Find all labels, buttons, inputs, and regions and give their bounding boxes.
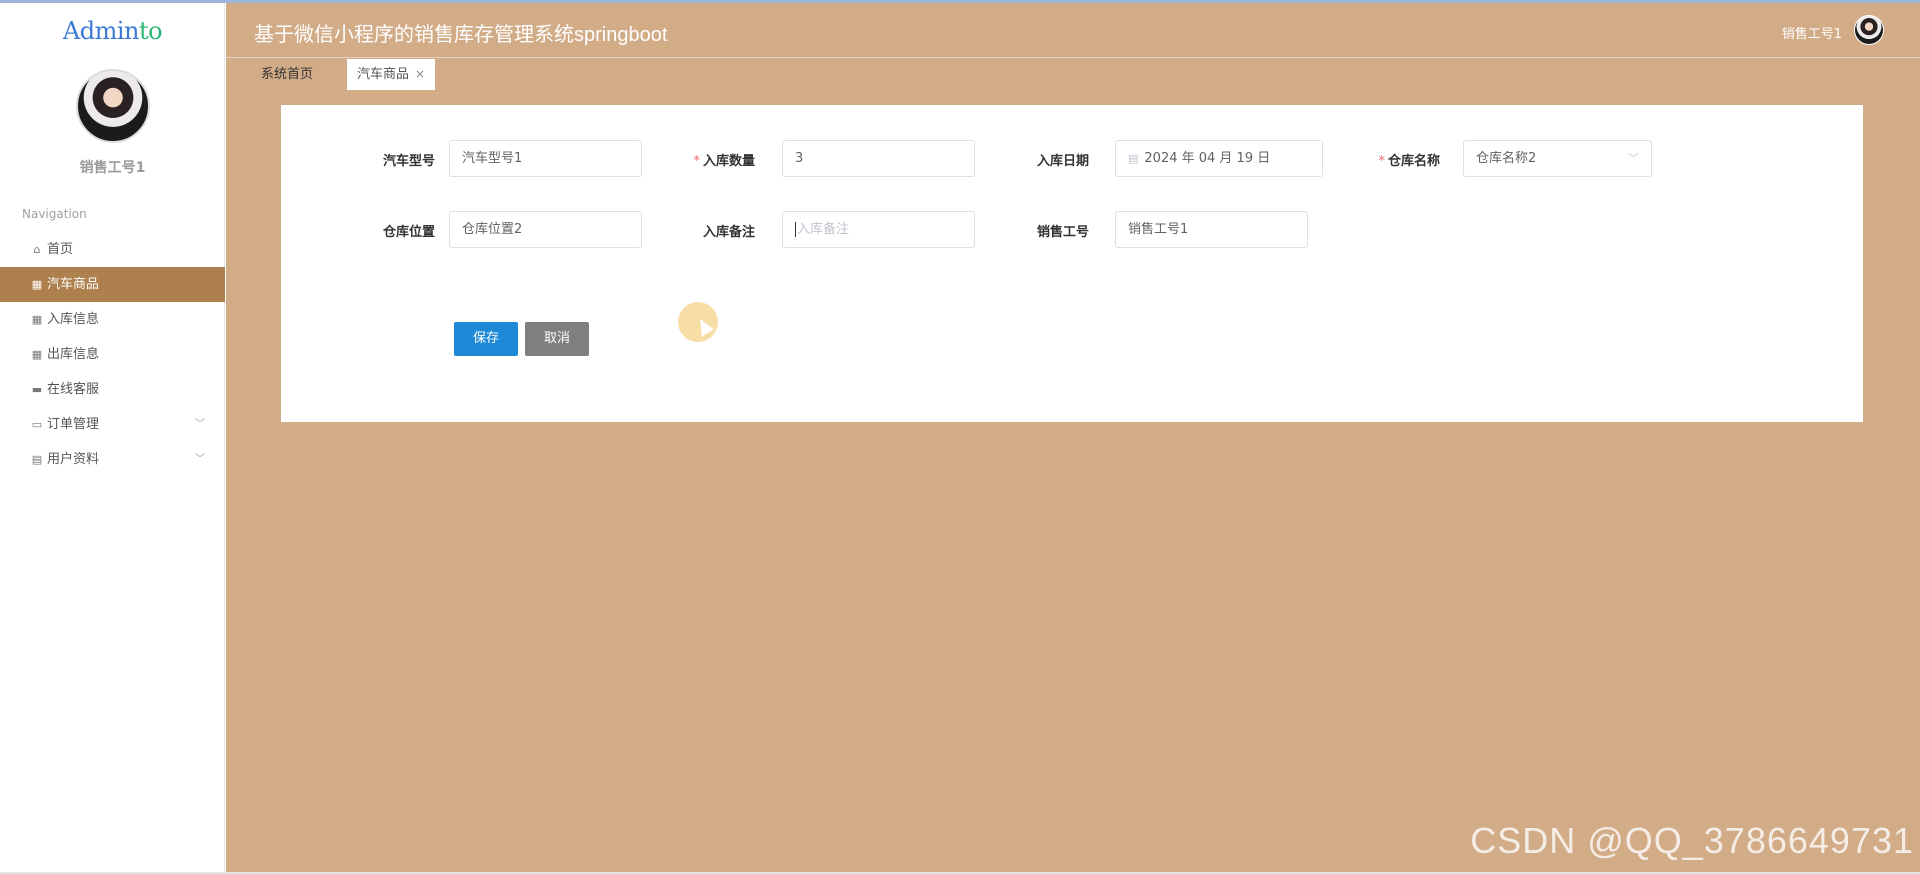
sales-id-input[interactable]: 销售工号1	[1115, 211, 1308, 248]
app-title: 基于微信小程序的销售库存管理系统springboot	[254, 24, 668, 46]
card-icon: ▤	[31, 453, 43, 466]
chevron-down-icon: ﹀	[195, 454, 205, 465]
remark-input[interactable]: 入库备注	[782, 211, 975, 248]
text-caret	[795, 222, 796, 237]
top-header: 基于微信小程序的销售库存管理系统springboot 销售工号1	[226, 3, 1920, 58]
quantity-label-text: 入库数量	[702, 154, 755, 169]
sidebar-item-label: 用户资料	[47, 452, 100, 467]
remark-placeholder: 入库备注	[797, 222, 850, 237]
grid-icon: ▦	[31, 348, 43, 361]
tab-bar: 系统首页 汽车商品 ×	[226, 58, 1920, 106]
car-model-input[interactable]: 汽车型号1	[449, 140, 642, 177]
sidebar-item-label: 订单管理	[47, 417, 100, 432]
sidebar-item-label: 入库信息	[47, 312, 100, 327]
required-mark: *	[1378, 154, 1385, 169]
grid-icon: ▦	[31, 313, 43, 326]
sales-id-label: 销售工号	[1036, 225, 1089, 240]
header-username[interactable]: 销售工号1	[1782, 23, 1842, 42]
sidebar-item-label: 出库信息	[47, 347, 100, 362]
warehouse-name-value: 仓库名称2	[1476, 151, 1537, 166]
monitor-icon: ▭	[31, 418, 43, 431]
sidebar-item-home[interactable]: ⌂ 首页	[0, 232, 225, 267]
quantity-label: * 入库数量	[661, 150, 755, 169]
brand-accent-text: to	[139, 17, 163, 45]
sidebar-item-inbound[interactable]: ▦ 入库信息	[0, 302, 225, 337]
required-mark: *	[693, 154, 700, 169]
warehouse-name-label: * 仓库名称	[1357, 150, 1440, 169]
quantity-input[interactable]: 3	[782, 140, 975, 177]
sidebar-item-online-service[interactable]: ▬ 在线客服	[0, 372, 225, 407]
sidebar-item-car-products[interactable]: ▦ 汽车商品	[0, 267, 225, 302]
sidebar-username: 销售工号1	[79, 160, 146, 176]
sidebar-item-label: 在线客服	[47, 382, 100, 397]
car-model-label: 汽车型号	[382, 154, 435, 169]
sidebar-item-label: 汽车商品	[47, 277, 100, 292]
calendar-icon: ▤	[1128, 152, 1139, 165]
warehouse-location-label: 仓库位置	[382, 225, 435, 240]
date-label: 入库日期	[1036, 154, 1089, 169]
save-button[interactable]: 保存	[454, 322, 518, 356]
sidebar-item-orders[interactable]: ▭ 订单管理 ﹀	[0, 407, 225, 442]
avatar	[76, 69, 150, 143]
warehouse-name-select[interactable]: 仓库名称2 ﹀	[1463, 140, 1652, 177]
tab-home[interactable]: 系统首页	[251, 59, 323, 90]
form-card: 汽车型号 汽车型号1 * 入库数量 3 入库日期 ▤ 2024 年 04 月 19 …	[281, 105, 1863, 422]
home-icon: ⌂	[33, 243, 41, 256]
header-avatar[interactable]	[1854, 15, 1884, 45]
grid-icon: ▦	[31, 278, 43, 291]
sidebar-item-user-profile[interactable]: ▤ 用户资料 ﹀	[0, 442, 225, 477]
watermark: CSDN @QQ_3786649731	[1470, 820, 1914, 861]
cancel-button[interactable]: 取消	[525, 322, 589, 356]
date-picker[interactable]: ▤ 2024 年 04 月 19 日	[1115, 140, 1323, 177]
briefcase-icon: ▬	[31, 383, 43, 396]
brand-text: Admin	[62, 17, 140, 45]
sidebar-menu: ⌂ 首页 ▦ 汽车商品 ▦ 入库信息 ▦ 出库信息 ▬ 在线客服 ▭ 订单管理 ﹀ ▤ 用户资料…	[0, 232, 225, 477]
remark-label: 入库备注	[702, 225, 755, 240]
brand-logo[interactable]: Adminto	[0, 17, 225, 45]
sidebar: Adminto 销售工号1 Navigation ⌂ 首页 ▦ 汽车商品 ▦ 入库信息…	[0, 3, 225, 872]
warehouse-name-label-text: 仓库名称	[1387, 154, 1440, 169]
tab-car-products[interactable]: 汽车商品 ×	[347, 59, 436, 90]
sidebar-item-outbound[interactable]: ▦ 出库信息	[0, 337, 225, 372]
sidebar-item-label: 首页	[47, 242, 74, 257]
chevron-down-icon: ﹀	[1628, 152, 1639, 165]
chevron-down-icon: ﹀	[195, 419, 205, 430]
date-value: 2024 年 04 月 19 日	[1144, 151, 1271, 166]
tab-label: 汽车商品	[357, 67, 410, 82]
close-icon[interactable]: ×	[415, 67, 425, 81]
nav-header: Navigation	[22, 207, 87, 221]
warehouse-location-input[interactable]: 仓库位置2	[449, 211, 642, 248]
tab-label: 系统首页	[261, 67, 314, 82]
